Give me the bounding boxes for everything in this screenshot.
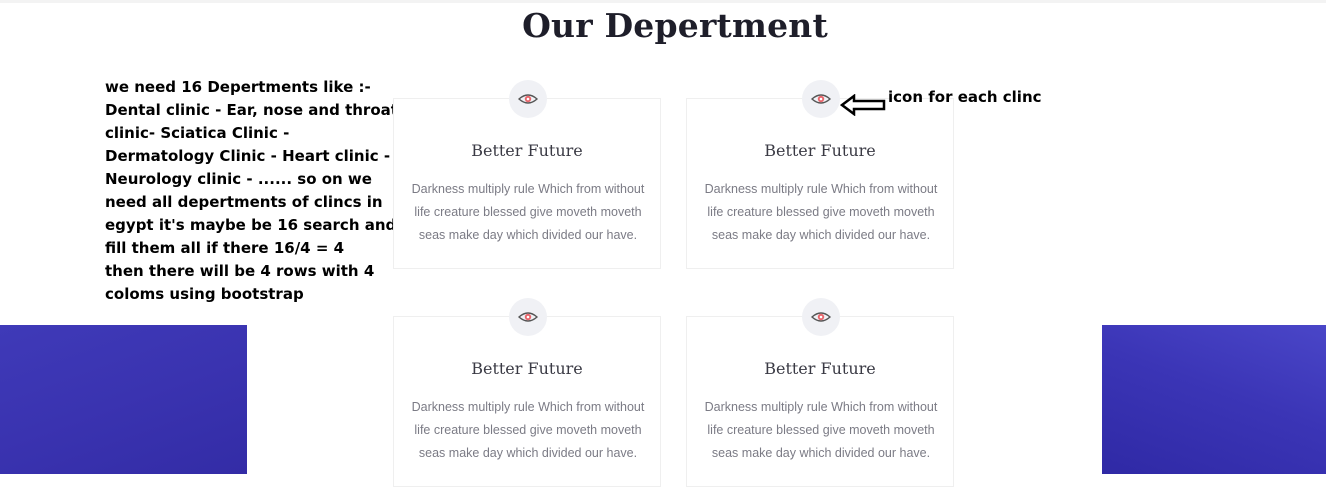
- annotation-note: we need 16 Depertments like :- Dental cl…: [105, 78, 398, 303]
- eye-icon: [802, 298, 840, 336]
- annotation-arrow-icon: [840, 94, 886, 116]
- card-title: Better Future: [471, 359, 583, 378]
- annotation-label: icon for each clinc: [888, 88, 1042, 106]
- card-description: Darkness multiply rule Which from withou…: [704, 400, 938, 460]
- eye-icon: [509, 298, 547, 336]
- department-card[interactable]: Better Future Darkness multiply rule Whi…: [393, 316, 661, 487]
- background-blue-panel-left: [0, 325, 247, 474]
- eye-icon: [509, 80, 547, 118]
- card-title: Better Future: [764, 359, 876, 378]
- card-title: Better Future: [764, 141, 876, 160]
- top-border: [0, 0, 1326, 3]
- background-blue-panel-right: [1102, 325, 1326, 474]
- section-title: Our Depertment: [522, 6, 828, 45]
- card-description: Darkness multiply rule Which from withou…: [704, 182, 938, 242]
- card-title: Better Future: [471, 141, 583, 160]
- department-card[interactable]: Better Future Darkness multiply rule Whi…: [686, 316, 954, 487]
- card-description: Darkness multiply rule Which from withou…: [411, 400, 645, 460]
- department-card[interactable]: Better Future Darkness multiply rule Whi…: [393, 98, 661, 269]
- eye-icon: [802, 80, 840, 118]
- department-card[interactable]: Better Future Darkness multiply rule Whi…: [686, 98, 954, 269]
- card-description: Darkness multiply rule Which from withou…: [411, 182, 645, 242]
